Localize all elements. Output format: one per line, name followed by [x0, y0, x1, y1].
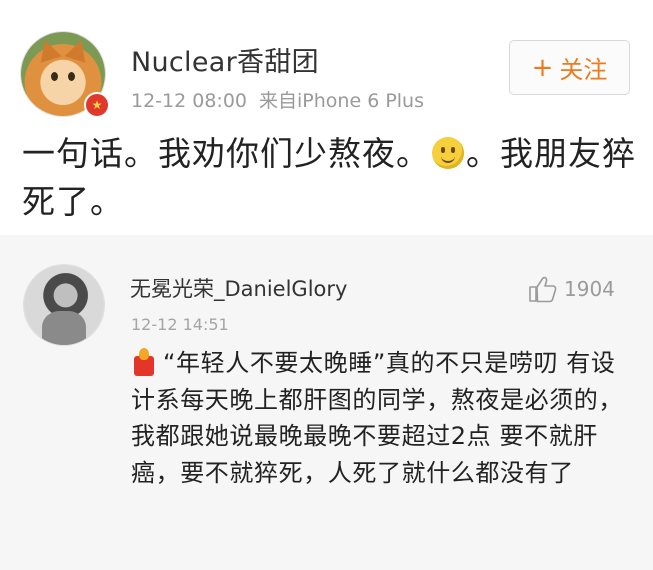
post-text-part1: 一句话。我劝你们少熬夜。: [22, 134, 430, 173]
avatar-eye-left: [51, 72, 58, 81]
comment-username[interactable]: 无冕光荣_DanielGlory: [130, 273, 347, 303]
post-source[interactable]: 来自iPhone 6 Plus: [259, 90, 424, 112]
follow-button[interactable]: + 关注: [509, 40, 630, 95]
post-timestamp: 12-12 08:00: [131, 90, 248, 112]
comment-text: “年轻人不要太晚睡”真的不只是唠叨 有设计系每天晚上都肝图的同学，熬夜是必须的，…: [131, 345, 631, 491]
vip-badge-icon: ★: [84, 92, 110, 118]
fire-cup-emoji-icon: [131, 348, 157, 376]
comment-body: “年轻人不要太晚睡”真的不只是唠叨 有设计系每天晚上都肝图的同学，熬夜是必须的，…: [131, 349, 623, 487]
like-button[interactable]: 1904: [528, 275, 615, 303]
commenter-avatar[interactable]: [24, 265, 104, 345]
post-text: 一句话。我劝你们少熬夜。 。我朋友猝死了。: [22, 130, 637, 226]
post-meta: 12-12 08:00 来自iPhone 6 Plus: [131, 86, 424, 113]
comment-item: 无冕光荣_DanielGlory 12-12 14:51 1904 “年轻人不要…: [0, 235, 653, 570]
comment-section: 无冕光荣_DanielGlory 12-12 14:51 1904 “年轻人不要…: [0, 235, 653, 570]
avatar-ear-right: [64, 37, 92, 63]
like-count: 1904: [564, 277, 615, 301]
weibo-post: ★ Nuclear香甜团 12-12 08:00 来自iPhone 6 Plus …: [0, 0, 653, 235]
plus-icon: +: [531, 52, 554, 83]
avatar-ear-left: [34, 37, 62, 63]
follow-label: 关注: [559, 56, 608, 84]
comment-timestamp: 12-12 14:51: [131, 315, 229, 334]
post-username[interactable]: Nuclear香甜团: [131, 40, 319, 79]
thumbs-up-icon: [529, 276, 557, 303]
avatar-eye-right: [68, 72, 75, 81]
smile-emoji-icon: [432, 137, 464, 169]
